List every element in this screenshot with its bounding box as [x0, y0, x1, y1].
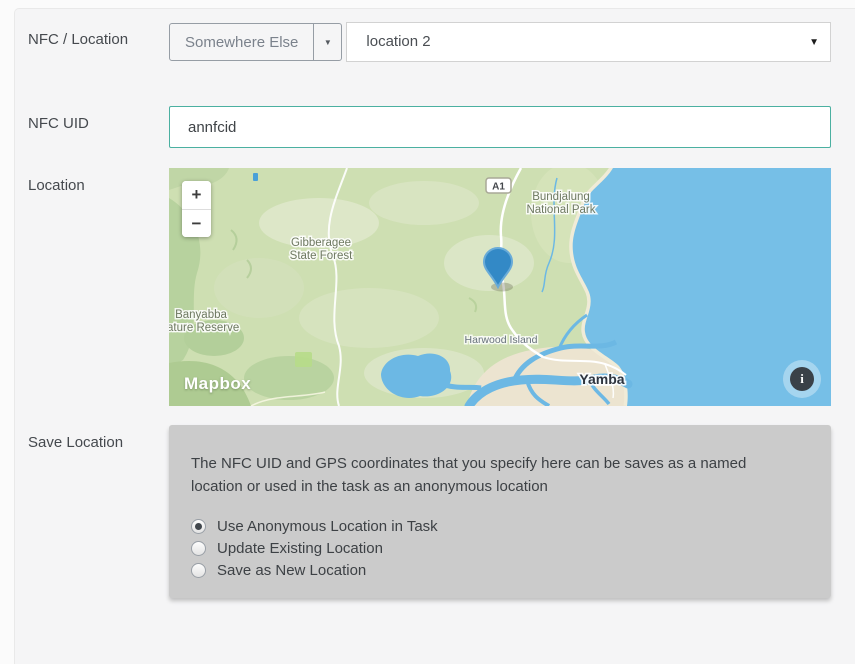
caret-down-icon: ▼	[324, 38, 332, 47]
form-panel: NFC / Location Somewhere Else ▼ location…	[14, 8, 855, 664]
map-label-park-2: National Park	[526, 204, 595, 216]
row-location-map: Location	[28, 168, 855, 406]
save-location-label: Save Location	[28, 425, 169, 454]
somewhere-else-button[interactable]: Somewhere Else	[169, 23, 314, 61]
zoom-out-button[interactable]: −	[182, 209, 211, 237]
row-nfc-location: NFC / Location Somewhere Else ▼ location…	[28, 22, 855, 62]
zoom-in-button[interactable]: +	[182, 181, 211, 209]
save-location-options: Use Anonymous Location in Task Update Ex…	[191, 515, 809, 581]
map-info-button[interactable]: i	[790, 367, 814, 391]
location-label: Location	[28, 168, 169, 197]
location-select[interactable]: location 2 ▼	[346, 22, 831, 62]
road-shield-label: A1	[492, 182, 505, 193]
map-label-park-1: Bundjalung	[532, 191, 590, 203]
radio-button-icon	[191, 519, 206, 534]
save-location-panel: The NFC UID and GPS coordinates that you…	[169, 425, 831, 598]
radio-option-label: Use Anonymous Location in Task	[217, 518, 438, 535]
radio-option-update-existing[interactable]: Update Existing Location	[191, 537, 809, 559]
row-save-location: Save Location The NFC UID and GPS coordi…	[28, 425, 855, 598]
map-label-reserve-1: Banyabba	[175, 309, 227, 321]
info-icon: i	[800, 371, 804, 387]
map-label-island: Harwood Island	[465, 334, 538, 346]
row-nfc-uid: NFC UID	[28, 106, 855, 148]
radio-button-icon	[191, 563, 206, 578]
map-label-forest-1: Gibberagee	[291, 237, 351, 249]
radio-option-save-new[interactable]: Save as New Location	[191, 559, 809, 581]
radio-option-label: Save as New Location	[217, 562, 366, 579]
select-dropdown-icon: ▼	[809, 24, 819, 62]
map-label-reserve-2: Nature Reserve	[169, 322, 239, 334]
mapbox-logo[interactable]: Mapbox	[184, 374, 251, 394]
nfc-uid-label: NFC UID	[28, 106, 169, 135]
map-zoom-control: + −	[182, 181, 211, 237]
map-canvas[interactable]: A1 Gibberagee State Forest Bundjalung Na…	[169, 168, 831, 406]
map-label-town: Yamba	[579, 371, 624, 387]
radio-button-icon	[191, 541, 206, 556]
nfc-uid-input[interactable]	[169, 106, 831, 148]
radio-option-label: Update Existing Location	[217, 540, 383, 557]
nfc-location-label: NFC / Location	[28, 22, 169, 51]
somewhere-else-caret-button[interactable]: ▼	[313, 23, 342, 61]
map-label-forest-2: State Forest	[290, 250, 353, 262]
save-location-description: The NFC UID and GPS coordinates that you…	[191, 452, 793, 498]
radio-option-anonymous[interactable]: Use Anonymous Location in Task	[191, 515, 809, 537]
location-select-value: location 2	[366, 33, 430, 50]
map-tiles: A1 Gibberagee State Forest Bundjalung Na…	[169, 168, 831, 406]
road-shield-a1: A1	[486, 178, 511, 193]
